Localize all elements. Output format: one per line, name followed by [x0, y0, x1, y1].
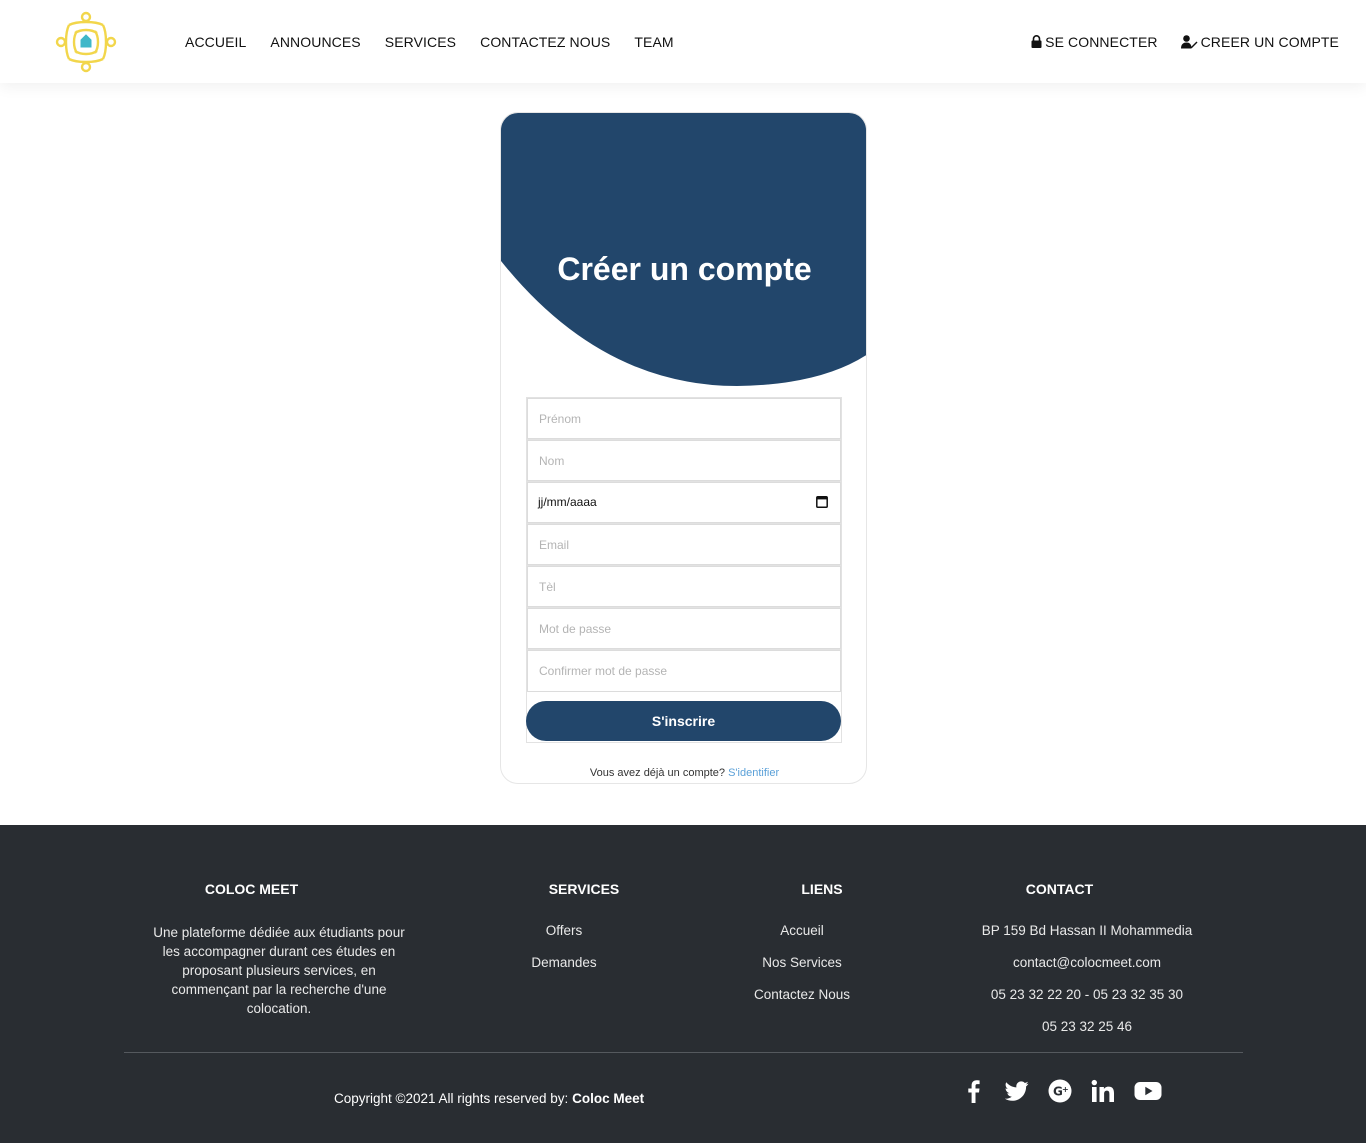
- signup-label: CREER UN COMPTE: [1200, 33, 1339, 50]
- copyright-text: Copyright ©2021 All rights reserved by:: [334, 1091, 569, 1106]
- twitter-icon[interactable]: [1004, 1079, 1029, 1103]
- login-prompt-text: Vous avez déjà un compte?: [589, 767, 726, 779]
- tel-input[interactable]: [527, 566, 841, 607]
- signup-form: jj/mm/aaaa: [526, 397, 842, 743]
- social-links: G +: [962, 1079, 1162, 1103]
- svg-text:+: +: [1062, 1085, 1069, 1094]
- user-edit-icon: [1180, 34, 1198, 49]
- footer-link-contactez-nous[interactable]: Contactez Nous: [742, 987, 862, 1002]
- site-header: ACCUEIL ANNOUNCES SERVICES CONTACTEZ NOU…: [0, 0, 1366, 83]
- footer-liens-title: LIENS: [801, 881, 843, 897]
- signup-button[interactable]: S'inscrire: [526, 701, 841, 741]
- footer-about-text: Une plateforme dédiée aux étudiants pour…: [153, 925, 405, 1016]
- footer-services-title: SERVICES: [548, 881, 620, 897]
- google-plus-icon[interactable]: G +: [1048, 1079, 1072, 1103]
- auth-links: SE CONNECTER CREER UN COMPTE: [1031, 0, 1339, 83]
- nav-item-announces[interactable]: ANNOUNCES: [270, 34, 360, 50]
- footer-contact: CONTACT BP 159 Bd Hassan II Mohammedia c…: [972, 881, 1202, 1051]
- confirm-password-input[interactable]: [527, 650, 841, 692]
- lock-icon: [1031, 35, 1042, 48]
- nav-item-services[interactable]: SERVICES: [385, 34, 456, 50]
- footer-contact-phone: 05 23 32 22 20 - 05 23 32 35 30: [990, 987, 1184, 1002]
- password-input[interactable]: [527, 608, 841, 649]
- site-footer: COLOC MEET Une plateforme dédiée aux étu…: [0, 825, 1366, 1143]
- main-nav: ACCUEIL ANNOUNCES SERVICES CONTACTEZ NOU…: [185, 0, 674, 83]
- youtube-icon[interactable]: [1134, 1079, 1162, 1103]
- footer-link-nos-services[interactable]: Nos Services: [742, 955, 862, 970]
- footer-link-accueil[interactable]: Accueil: [742, 923, 862, 938]
- footer-about-title: COLOC MEET: [204, 881, 299, 897]
- footer-about: COLOC MEET Une plateforme dédiée aux étu…: [148, 881, 410, 1018]
- footer-liens: LIENS Accueil Nos Services Contactez Nou…: [742, 881, 862, 1019]
- calendar-icon[interactable]: [816, 495, 828, 513]
- linkedin-icon[interactable]: [1091, 1079, 1115, 1103]
- facebook-icon[interactable]: [962, 1079, 986, 1103]
- login-label: SE CONNECTER: [1045, 33, 1158, 50]
- login-link[interactable]: SE CONNECTER: [1031, 34, 1157, 50]
- nom-input[interactable]: [527, 440, 841, 481]
- footer-contact-title: CONTACT: [1025, 881, 1094, 897]
- nav-item-team[interactable]: TEAM: [634, 34, 673, 50]
- signup-card: Créer un compte jj/mm/aaaa S'inscrire: [500, 112, 867, 784]
- footer-divider: [124, 1052, 1243, 1053]
- footer-contact-address: BP 159 Bd Hassan II Mohammedia: [981, 923, 1193, 938]
- login-prompt-line: Vous avez déjà un compte? S'identifier: [501, 767, 866, 779]
- copyright: Copyright ©2021 All rights reserved by: …: [334, 1091, 644, 1106]
- footer-contact-phone-2: 05 23 32 25 46: [1041, 1019, 1133, 1034]
- field-email: [527, 524, 841, 566]
- footer-link-offers[interactable]: Offers: [504, 923, 624, 938]
- copyright-brand: Coloc Meet: [572, 1091, 645, 1106]
- nav-item-accueil[interactable]: ACCUEIL: [185, 34, 246, 50]
- field-tel: [527, 566, 841, 608]
- page-title: Créer un compte: [557, 251, 812, 287]
- email-input[interactable]: [527, 524, 841, 565]
- footer-contact-email[interactable]: contact@colocmeet.com: [972, 955, 1202, 970]
- footer-link-demandes[interactable]: Demandes: [504, 955, 624, 970]
- field-prenom: [527, 398, 841, 440]
- field-date: jj/mm/aaaa: [527, 482, 841, 524]
- signup-link[interactable]: CREER UN COMPTE: [1180, 33, 1339, 50]
- birthdate-value: jj/mm/aaaa: [538, 495, 597, 509]
- coloc-meet-logo-icon[interactable]: [55, 11, 117, 73]
- prenom-input[interactable]: [527, 398, 841, 439]
- nav-item-contactez-nous[interactable]: CONTACTEZ NOUS: [480, 34, 610, 50]
- login-prompt-link[interactable]: S'identifier: [728, 767, 779, 779]
- field-nom: [527, 440, 841, 482]
- field-password: [527, 608, 841, 650]
- footer-services: SERVICES Offers Demandes: [504, 881, 624, 987]
